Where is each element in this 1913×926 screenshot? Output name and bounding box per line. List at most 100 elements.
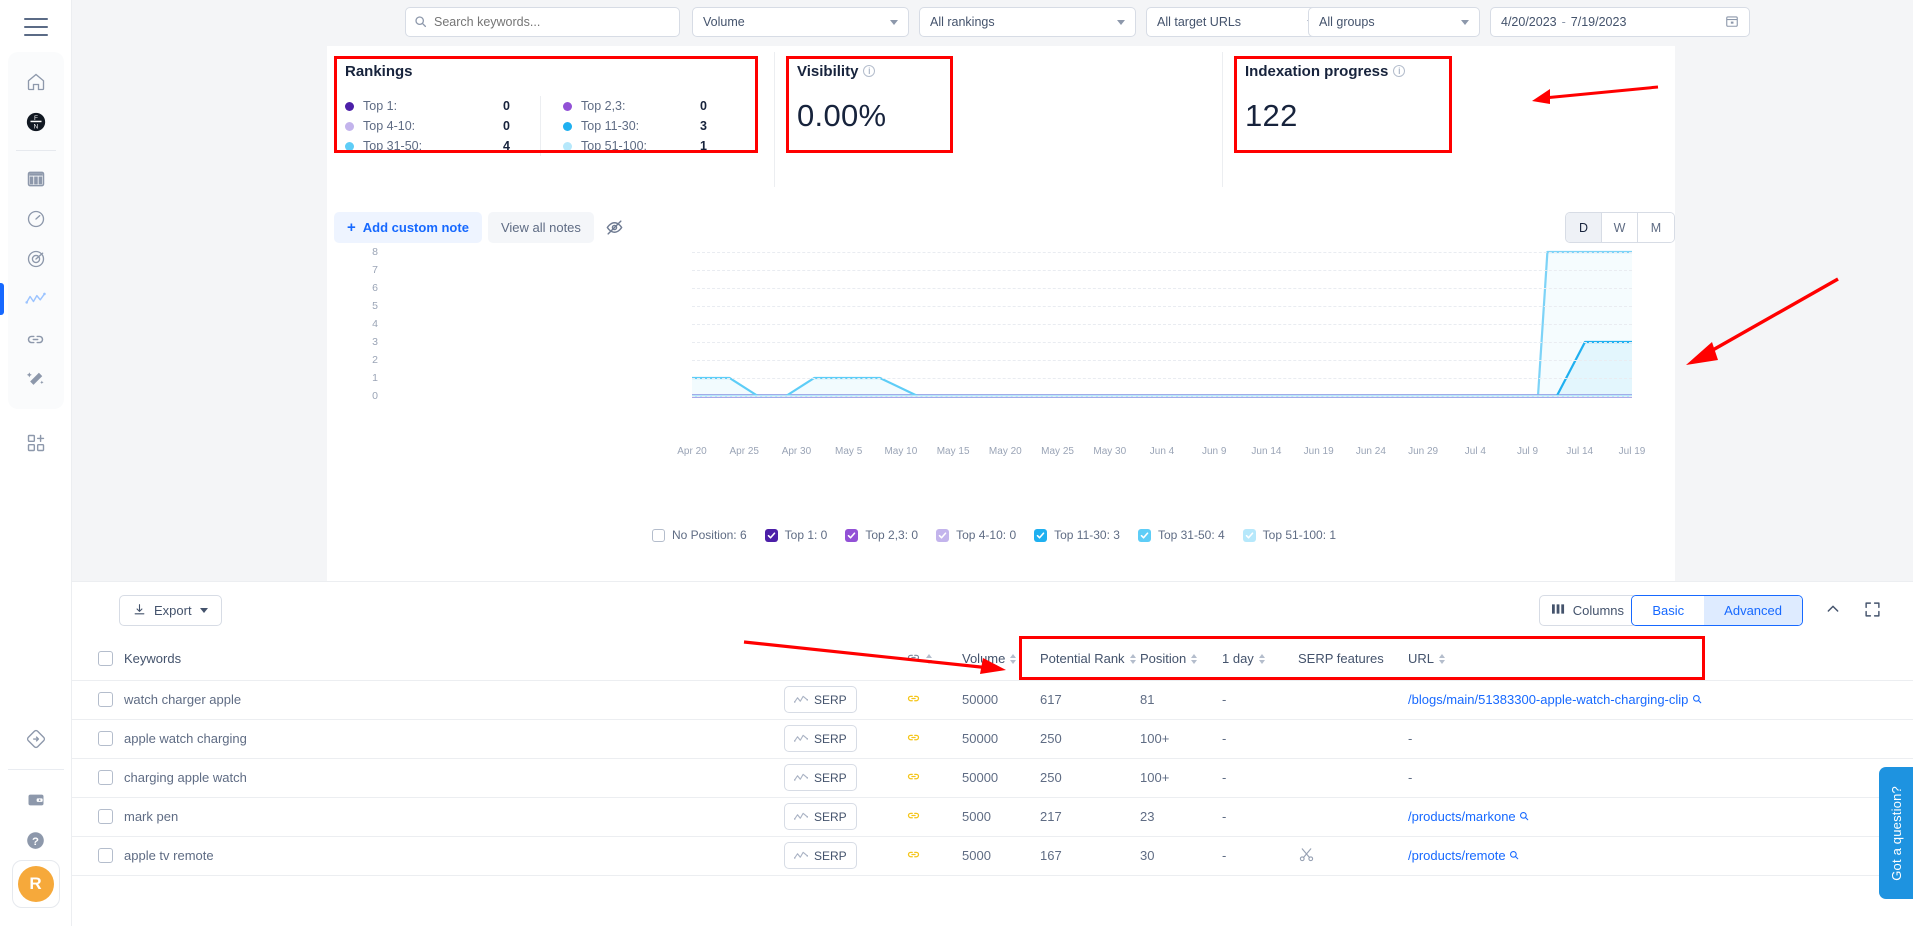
sidebar-item-badge[interactable]: F N <box>8 102 64 142</box>
sidebar-item-radar[interactable] <box>8 239 64 279</box>
sidebar-divider-bottom <box>7 769 64 770</box>
columns-button[interactable]: Columns <box>1538 595 1637 626</box>
add-custom-note-button[interactable]: + Add custom note <box>334 212 482 243</box>
granularity-option-m[interactable]: M <box>1638 213 1674 242</box>
legend-checkbox-checked[interactable] <box>936 528 950 542</box>
table-row[interactable]: apple tv remote SERP 5000 167 30- /products/r… <box>72 836 1913 876</box>
legend-item[interactable]: Top 51-100: 1 <box>1242 528 1336 542</box>
sort-icon[interactable] <box>1258 653 1265 664</box>
sort-icon[interactable] <box>1010 653 1017 664</box>
legend-item[interactable]: No Position: 6 <box>651 528 747 542</box>
table-row[interactable]: apple watch charging SERP 50000 250 100+ - - <box>72 719 1913 759</box>
table-row[interactable]: watch charger apple SERP 50000 617 81- /blogs… <box>72 680 1913 720</box>
user-avatar-button[interactable]: R <box>11 860 60 908</box>
link-cell[interactable] <box>906 680 962 720</box>
serp-button[interactable]: SERP <box>784 686 857 713</box>
search-keywords-field[interactable] <box>405 7 680 37</box>
legend-checkbox-checked[interactable] <box>1242 528 1256 542</box>
date-range-picker[interactable]: 4/20/2023 - 7/19/2023 <box>1490 7 1750 37</box>
url-link[interactable]: /products/markone <box>1408 809 1516 824</box>
url-link[interactable]: /blogs/main/51383300-apple-watch-chargin… <box>1408 692 1688 707</box>
search-icon[interactable] <box>1509 848 1519 863</box>
chat-widget-button[interactable]: Got a question? <box>1879 767 1913 899</box>
volume-header[interactable]: Volume <box>962 638 1040 681</box>
serp-button[interactable]: SERP <box>784 803 857 830</box>
rankings-filter-label: All rankings <box>930 15 995 29</box>
legend-item[interactable]: Top 1: 0 <box>764 528 827 542</box>
legend-item[interactable]: Top 11-30: 3 <box>1034 528 1120 542</box>
legend-item[interactable]: Top 2,3: 0 <box>845 528 918 542</box>
plus-icon: + <box>347 219 356 236</box>
row-checkbox[interactable] <box>98 692 113 707</box>
legend-checkbox-unchecked[interactable] <box>651 528 665 542</box>
hamburger-menu-icon[interactable] <box>23 18 48 36</box>
granularity-option-d[interactable]: D <box>1566 213 1602 242</box>
serp-button[interactable]: SERP <box>784 764 857 791</box>
legend-checkbox-checked[interactable] <box>764 528 778 542</box>
view-mode-basic[interactable]: Basic <box>1632 596 1705 625</box>
legend-checkbox-checked[interactable] <box>1137 528 1151 542</box>
chart-x-tick-label: May 15 <box>936 446 970 457</box>
fullscreen-button[interactable] <box>1864 601 1881 623</box>
row-checkbox[interactable] <box>98 770 113 785</box>
chart-gridline <box>692 378 1632 379</box>
search-icon[interactable] <box>1519 809 1529 824</box>
one-day-header[interactable]: 1 day <box>1222 638 1298 681</box>
keyword-cell: watch charger apple <box>124 680 784 720</box>
legend-item[interactable]: Top 31-50: 4 <box>1137 528 1225 542</box>
link-cell[interactable] <box>906 797 962 837</box>
view-mode-advanced[interactable]: Advanced <box>1704 596 1802 625</box>
sidebar-item-help[interactable]: ? <box>8 820 64 860</box>
sort-icon[interactable] <box>1191 653 1198 664</box>
legend-item[interactable]: Top 4-10: 0 <box>936 528 1016 542</box>
link-cell[interactable] <box>906 836 962 876</box>
sort-icon[interactable] <box>1439 653 1446 664</box>
row-checkbox[interactable] <box>98 809 113 824</box>
table-row[interactable]: mark pen SERP 5000 217 23- /products/markone <box>72 797 1913 837</box>
sidebar-item-rank-tracking[interactable] <box>0 279 64 319</box>
url-header[interactable]: URL <box>1408 638 1913 681</box>
search-input[interactable] <box>434 15 664 29</box>
position-header[interactable]: Position <box>1140 638 1222 681</box>
granularity-option-w[interactable]: W <box>1602 213 1638 242</box>
toggle-notes-visibility-button[interactable] <box>600 213 630 243</box>
svg-text:?: ? <box>32 835 39 847</box>
search-icon[interactable] <box>1692 692 1702 707</box>
sidebar-item-add-apps[interactable] <box>8 423 64 463</box>
serp-col-header <box>784 638 906 681</box>
groups-filter-dropdown[interactable]: All groups <box>1308 7 1480 37</box>
sidebar-item-home[interactable] <box>8 62 64 102</box>
chart-x-tick-label: Jun 4 <box>1149 446 1175 457</box>
sidebar-item-backlinks[interactable] <box>8 319 64 359</box>
keywords-header[interactable]: Keywords <box>124 638 784 681</box>
sidebar-item-diamond[interactable] <box>8 719 64 759</box>
serp-button[interactable]: SERP <box>784 842 857 869</box>
collapse-button[interactable] <box>1825 601 1841 622</box>
potential-rank-header[interactable]: Potential Rank <box>1040 638 1140 681</box>
url-link[interactable]: /products/remote <box>1408 848 1506 863</box>
sidebar-item-wallet[interactable] <box>8 780 64 820</box>
row-checkbox[interactable] <box>98 731 113 746</box>
row-checkbox[interactable] <box>98 848 113 863</box>
link-col-header[interactable] <box>906 638 962 681</box>
table-row[interactable]: charging apple watch SERP 50000 250 100+ - - <box>72 758 1913 798</box>
link-cell[interactable] <box>906 719 962 759</box>
volume-filter-dropdown[interactable]: Volume <box>692 7 909 37</box>
export-button[interactable]: Export <box>119 595 222 626</box>
rankings-filter-dropdown[interactable]: All rankings <box>919 7 1136 37</box>
legend-checkbox-checked[interactable] <box>845 528 859 542</box>
view-all-notes-button[interactable]: View all notes <box>487 212 594 243</box>
link-cell[interactable] <box>906 758 962 798</box>
target-urls-filter-dropdown[interactable]: All target URLs <box>1146 7 1326 37</box>
indexation-card-highlight <box>1234 56 1452 153</box>
sidebar-item-magic-wand[interactable] <box>8 359 64 399</box>
chart-x-tick-label: Jul 9 <box>1516 446 1539 457</box>
sort-icon[interactable] <box>1129 653 1136 664</box>
sort-icon[interactable] <box>926 653 932 664</box>
serp-button[interactable]: SERP <box>784 725 857 752</box>
rankings-card-highlight <box>334 56 758 153</box>
sidebar-item-table[interactable] <box>8 159 64 199</box>
sidebar-item-speedometer[interactable] <box>8 199 64 239</box>
legend-checkbox-checked[interactable] <box>1034 528 1048 542</box>
select-all-checkbox[interactable] <box>98 651 113 667</box>
